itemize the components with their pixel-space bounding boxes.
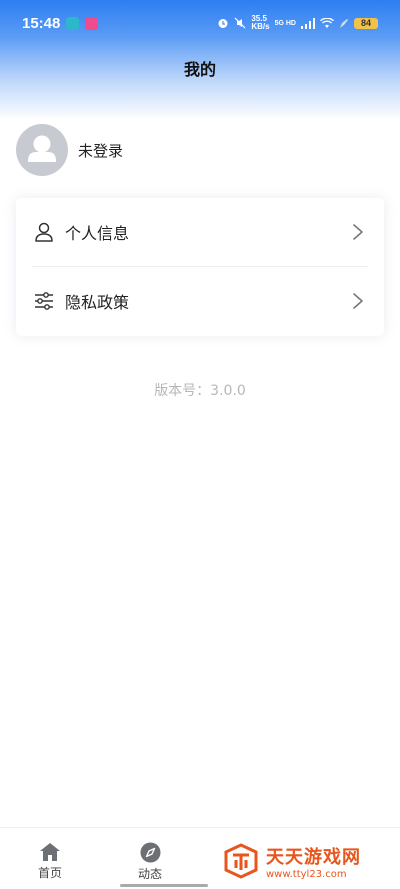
signal-icon (301, 17, 315, 29)
notification-app-icon (66, 16, 80, 30)
sliders-icon (35, 291, 53, 310)
default-avatar-icon (28, 135, 56, 162)
login-status-text[interactable]: 未登录 (78, 140, 123, 161)
profile-section[interactable]: 未登录 (16, 124, 123, 176)
watermark: 天天游戏网 www.ttyl23.com (208, 833, 400, 889)
menu-item-personal-info[interactable]: 个人信息 (32, 198, 368, 266)
watermark-title: 天天游戏网 (266, 846, 361, 868)
tab-label: 动态 (137, 867, 162, 881)
notification-app-icon-2 (85, 16, 99, 30)
chevron-right-icon (353, 292, 363, 309)
status-time: 15:48 (22, 14, 61, 32)
pen-icon (340, 18, 348, 28)
watermark-url: www.ttyl23.com (266, 868, 347, 880)
wifi-icon (320, 17, 334, 28)
tab-home[interactable]: 首页 (20, 842, 80, 881)
tab-dynamic[interactable]: 动态 (120, 842, 180, 882)
network-type: 5G HD (274, 19, 296, 27)
home-icon (40, 843, 60, 861)
menu-item-privacy-policy[interactable]: 隐私政策 (32, 266, 368, 334)
home-indicator (120, 884, 208, 887)
avatar[interactable] (16, 124, 68, 176)
menu-item-label: 隐私政策 (65, 292, 130, 312)
chevron-right-icon (353, 224, 363, 240)
user-icon (35, 222, 53, 242)
version-text: 版本号：3.0.0 (154, 383, 246, 399)
tab-label: 首页 (37, 866, 62, 880)
network-speed: 35.5 KB/s (251, 14, 270, 31)
battery-indicator: 84 (354, 17, 378, 29)
menu-card: 个人信息 隐私政策 (16, 198, 384, 336)
mute-icon (234, 17, 246, 29)
page-title: 我的 (183, 60, 216, 79)
compass-icon (140, 842, 160, 863)
menu-item-label: 个人信息 (65, 224, 130, 243)
status-bar: 15:48 35.5 KB/s 5G HD 84 (0, 0, 400, 46)
watermark-logo-icon (224, 843, 258, 879)
alarm-icon (218, 19, 228, 28)
